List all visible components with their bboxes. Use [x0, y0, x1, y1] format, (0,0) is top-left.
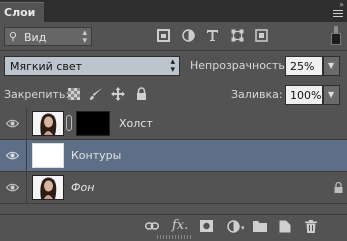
blend-mode-select[interactable]: Мягкий свет ▴ ▾ — [4, 56, 180, 76]
visibility-eye-icon[interactable] — [6, 151, 19, 160]
resize-grip[interactable] — [157, 235, 191, 239]
fill-label: Заливка: — [231, 88, 283, 101]
fill-dropdown-button[interactable]: ▼ — [323, 85, 340, 105]
new-layer-icon[interactable] — [279, 220, 291, 233]
layer-row-kontury[interactable]: Контуры — [0, 140, 347, 172]
link-layers-icon[interactable] — [145, 221, 159, 231]
lock-transparent-pixels-icon[interactable] — [68, 88, 80, 100]
layer-locked-icon — [334, 182, 343, 193]
layer-name[interactable]: Холст — [119, 117, 153, 130]
opacity-value: 25% — [290, 60, 315, 73]
layer-style-fx-button[interactable]: fx. — [172, 219, 188, 233]
layer-name[interactable]: Контуры — [71, 149, 121, 162]
layer-thumbnail-portrait — [32, 175, 64, 200]
opacity-dropdown-button[interactable]: ▼ — [323, 56, 340, 76]
smart-object-filter-icon[interactable] — [255, 29, 268, 42]
layer-row-fon[interactable]: Фон — [0, 172, 347, 204]
fill-input[interactable]: 100% — [285, 85, 323, 105]
panel-menu-icon[interactable] — [333, 10, 343, 18]
lock-all-icon[interactable] — [136, 87, 147, 100]
image-filter-icon[interactable] — [157, 29, 170, 42]
visibility-eye-icon[interactable] — [6, 183, 19, 192]
adjustment-layer-icon[interactable] — [227, 220, 240, 233]
trash-icon[interactable] — [305, 220, 317, 233]
blend-mode-value: Мягкий свет — [10, 60, 83, 73]
collapse-icon[interactable]: » — [339, 0, 344, 9]
layer-mask-thumbnail[interactable] — [76, 111, 110, 136]
chevron-down-icon: ▼ — [328, 61, 335, 70]
chevron-down-icon: ▾ — [241, 224, 245, 232]
add-mask-icon[interactable] — [200, 220, 213, 232]
fill-value: 100% — [290, 89, 322, 102]
shape-filter-icon[interactable] — [231, 29, 244, 42]
filter-toggle-switch[interactable] — [331, 26, 341, 46]
chevron-down-icon: ▼ — [328, 90, 335, 99]
layer-thumbnail-portrait — [32, 111, 64, 136]
opacity-label: Непрозрачность: — [190, 59, 289, 72]
layer-row-holst[interactable]: Холст — [0, 108, 347, 140]
lock-label: Закрепить: — [4, 88, 70, 101]
mask-link-icon[interactable] — [66, 115, 72, 131]
opacity-input[interactable]: 25% — [285, 56, 323, 76]
filter-kind-label: Вид — [24, 31, 47, 44]
layers-list: Холст Контуры Фон — [0, 107, 347, 204]
search-icon: ⚲ — [9, 30, 18, 43]
lock-position-icon[interactable] — [111, 87, 125, 101]
panel-title-bar: Слои » — [0, 0, 347, 23]
layer-name[interactable]: Фон — [71, 181, 94, 194]
visibility-eye-icon[interactable] — [6, 119, 19, 128]
layer-thumbnail-blank — [32, 143, 64, 168]
divider — [0, 50, 347, 51]
layers-bottom-toolbar: fx. ▾ — [0, 214, 347, 241]
layers-panel: Слои » ⚲ Вид ▴ ▾ Мягкий свет ▴ ▾ Непрозрач… — [0, 0, 347, 241]
stepper-icon: ▴ ▾ — [170, 57, 175, 75]
filter-kind-select[interactable]: ⚲ Вид ▴ ▾ — [4, 27, 92, 46]
adjustment-filter-icon[interactable] — [182, 29, 195, 42]
layers-tab[interactable]: Слои — [0, 2, 44, 23]
layers-tab-label: Слои — [4, 6, 36, 19]
lock-image-pixels-icon[interactable] — [89, 87, 103, 101]
type-filter-icon[interactable] — [206, 29, 219, 42]
new-group-folder-icon[interactable] — [253, 220, 267, 232]
stepper-icon: ▴ ▾ — [82, 28, 87, 46]
